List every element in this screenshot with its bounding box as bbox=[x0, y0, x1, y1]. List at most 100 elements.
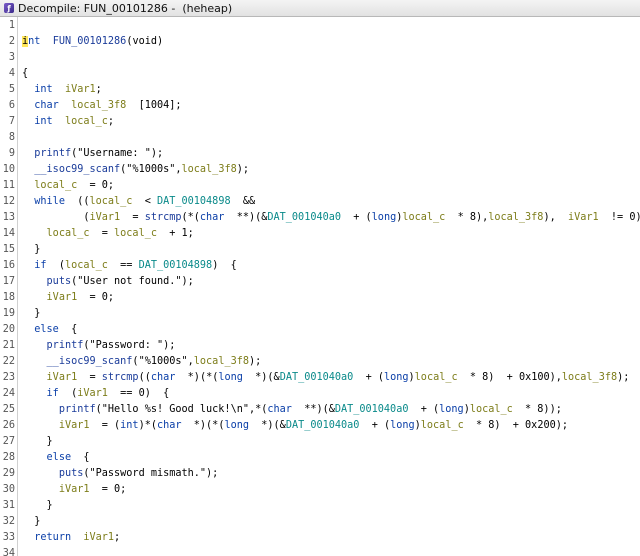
code-line[interactable]: 11 local_c = 0; bbox=[0, 178, 640, 194]
code-token: char bbox=[150, 372, 176, 383]
code-token: __isoc99_scanf bbox=[34, 164, 121, 175]
code-token: } bbox=[22, 436, 53, 447]
code-line[interactable]: 21 printf("Password: "); bbox=[0, 338, 640, 354]
code-line[interactable]: 33 return iVar1; bbox=[0, 530, 640, 546]
code-line[interactable]: 1 bbox=[0, 18, 640, 34]
code-token: **)(& bbox=[224, 212, 268, 223]
window-titlebar[interactable]: ƒ Decompile: FUN_00101286 - (heheap) bbox=[0, 0, 640, 17]
code-line[interactable]: 18 iVar1 = 0; bbox=[0, 290, 640, 306]
code-line[interactable]: 25 printf("Hello %s! Good luck!\n",*(cha… bbox=[0, 402, 640, 418]
code-line[interactable]: 28 else { bbox=[0, 450, 640, 466]
code-token: { bbox=[71, 452, 90, 463]
code-line[interactable]: 23 iVar1 = strcmp((char *)(*(long *)(&DA… bbox=[0, 370, 640, 386]
code-line[interactable]: 34 bbox=[0, 546, 640, 556]
code-token: strcmp bbox=[101, 372, 139, 383]
line-number: 15 bbox=[2, 244, 15, 255]
line-number: 31 bbox=[2, 500, 15, 511]
line-number: 2 bbox=[8, 36, 15, 47]
decompile-icon: ƒ bbox=[4, 3, 14, 13]
line-number: 10 bbox=[2, 164, 15, 175]
line-number: 12 bbox=[2, 196, 15, 207]
code-line[interactable]: 29 puts("Password mismath."); bbox=[0, 466, 640, 482]
code-line[interactable]: 17 puts("User not found."); bbox=[0, 274, 640, 290]
code-line[interactable]: 22 __isoc99_scanf("%1000s",local_3f8); bbox=[0, 354, 640, 370]
code-line[interactable]: 16 if (local_c == DAT_00104898) { bbox=[0, 258, 640, 274]
code-token: "Password mismath." bbox=[89, 468, 207, 479]
code-token: DAT_00104898 bbox=[138, 260, 213, 271]
code-token: **)(& bbox=[291, 404, 335, 415]
line-number: 4 bbox=[8, 68, 15, 79]
code-line[interactable]: 6 char local_3f8 [1004]; bbox=[0, 98, 640, 114]
code-token: "%1000s" bbox=[138, 356, 188, 367]
code-token: if bbox=[46, 388, 59, 399]
code-token: ; bbox=[95, 84, 102, 95]
decompiler-code-view[interactable]: 1 2 int FUN_00101286(void) 3 4{5 int iVar1; 6… bbox=[0, 17, 640, 556]
code-line[interactable]: 9 printf("Username: "); bbox=[0, 146, 640, 162]
code-line[interactable]: 15 } bbox=[0, 242, 640, 258]
code-line[interactable]: 14 local_c = local_c + 1; bbox=[0, 226, 640, 242]
code-line[interactable]: 2 int FUN_00101286(void) bbox=[0, 34, 640, 50]
code-token: long bbox=[439, 404, 464, 415]
code-token: iVar1 bbox=[58, 484, 90, 495]
code-line[interactable]: 26 iVar1 = (int)*(char *)(*(long *)(&DAT… bbox=[0, 418, 640, 434]
code-line[interactable]: 31 } bbox=[0, 498, 640, 514]
code-token: + ( bbox=[353, 372, 384, 383]
code-line[interactable]: 3 bbox=[0, 50, 640, 66]
code-line[interactable]: 32 } bbox=[0, 514, 640, 530]
code-line[interactable]: 19 } bbox=[0, 306, 640, 322]
code-token: * 8), bbox=[445, 212, 489, 223]
code-line[interactable]: 8 bbox=[0, 130, 640, 146]
code-token: == 0) { bbox=[107, 388, 170, 399]
code-line[interactable]: 20 else { bbox=[0, 322, 640, 338]
code-text: printf("Username: "); bbox=[22, 146, 163, 162]
code-token: = bbox=[120, 212, 145, 223]
code-line[interactable]: 12 while ((local_c < DAT_00104898 && bbox=[0, 194, 640, 210]
code-line[interactable]: 13 (iVar1 = strcmp(*(char **)(&DAT_00104… bbox=[0, 210, 640, 226]
code-line[interactable]: 30 iVar1 = 0; bbox=[0, 482, 640, 498]
code-line[interactable]: 10 __isoc99_scanf("%1000s",local_3f8); bbox=[0, 162, 640, 178]
code-text: local_c = 0; bbox=[22, 178, 114, 194]
code-token: = 0; bbox=[77, 292, 115, 303]
code-token: "Username: " bbox=[77, 148, 151, 159]
code-text: } bbox=[22, 306, 40, 322]
code-token: && bbox=[230, 196, 256, 207]
code-token: local_c bbox=[420, 420, 464, 431]
code-token: ; bbox=[114, 532, 121, 543]
code-text: printf("Hello %s! Good luck!\n",*(char *… bbox=[22, 402, 562, 418]
code-token: (( bbox=[138, 372, 151, 383]
code-text: local_c = local_c + 1; bbox=[22, 226, 194, 242]
line-number: 29 bbox=[2, 468, 15, 479]
code-token: = 0; bbox=[77, 180, 115, 191]
code-token: DAT_001040a0 bbox=[267, 212, 341, 223]
line-number: 3 bbox=[8, 52, 15, 63]
code-token: puts bbox=[46, 276, 72, 287]
code-token: * 8) + 0x200); bbox=[463, 420, 568, 431]
code-token: (*( bbox=[181, 212, 200, 223]
line-number: 24 bbox=[2, 388, 15, 399]
code-token: != 0))) { bbox=[610, 212, 640, 223]
code-token: return bbox=[34, 532, 72, 543]
code-text: iVar1 = 0; bbox=[22, 482, 126, 498]
code-line[interactable]: 7 int local_c; bbox=[0, 114, 640, 130]
code-token: { bbox=[58, 324, 78, 335]
code-token: + ( bbox=[408, 404, 440, 415]
code-line[interactable]: 27 } bbox=[0, 434, 640, 450]
code-token: local_c bbox=[64, 260, 108, 271]
code-token: ); bbox=[236, 164, 249, 175]
code-line[interactable]: 4{ bbox=[0, 66, 640, 82]
code-token: ); bbox=[163, 340, 176, 351]
code-token: local_3f8 bbox=[193, 356, 249, 367]
code-token: "User not found." bbox=[77, 276, 182, 287]
code-token: } bbox=[22, 308, 41, 319]
line-number: 18 bbox=[2, 292, 15, 303]
code-line[interactable]: 24 if (iVar1 == 0) { bbox=[0, 386, 640, 402]
code-token: < bbox=[132, 196, 157, 207]
code-token: printf bbox=[34, 148, 72, 159]
code-token: long bbox=[371, 212, 397, 223]
code-line[interactable]: 5 int iVar1; bbox=[0, 82, 640, 98]
